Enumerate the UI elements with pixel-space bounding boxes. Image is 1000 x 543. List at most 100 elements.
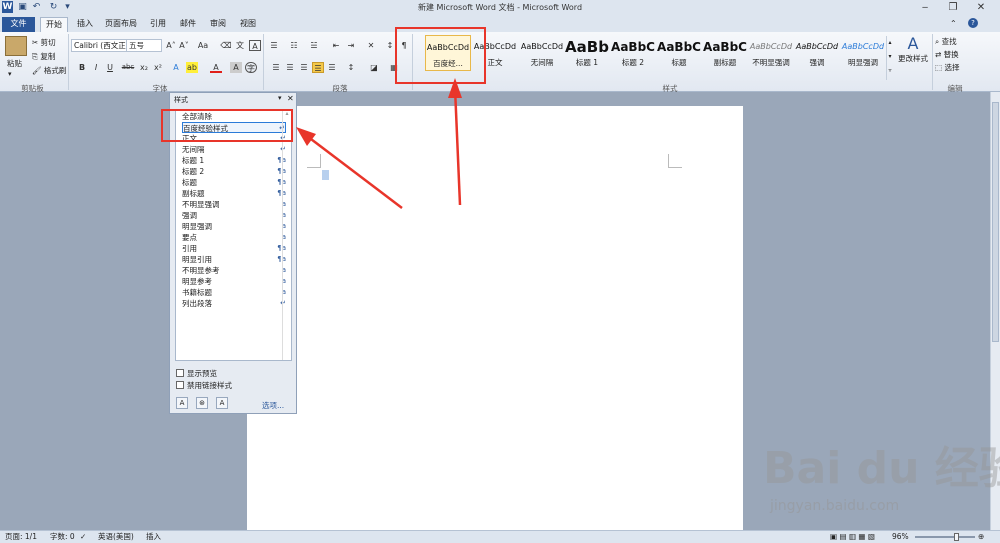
subscript-button[interactable]: x₂ [138, 62, 150, 73]
change-styles-button[interactable]: A 更改样式 [898, 34, 928, 64]
style-list-item[interactable]: 明显参考 a [182, 276, 286, 287]
tab-review[interactable]: 审阅 [207, 17, 229, 32]
char-shading-icon[interactable]: A [230, 62, 242, 73]
text-effects-icon[interactable]: A [170, 62, 182, 73]
style-gallery-item[interactable]: AaBbCcDd 明显强调 [840, 35, 886, 71]
help-icon[interactable]: ? [968, 18, 978, 28]
tab-file[interactable]: 文件 [2, 17, 35, 32]
tab-view[interactable]: 视图 [237, 17, 259, 32]
multilevel-list-icon[interactable]: ☱ [308, 40, 320, 51]
tab-home[interactable]: 开始 [40, 17, 68, 32]
pane-menu-icon[interactable]: ▾ [278, 94, 282, 102]
font-color-icon[interactable]: A [210, 62, 222, 73]
styles-list-scrollbar[interactable]: ▴ [282, 110, 291, 360]
char-border-icon[interactable]: A [249, 40, 261, 51]
zoom-in-icon[interactable]: ⊕ [978, 531, 984, 543]
numbering-icon[interactable]: ☷ [288, 40, 300, 51]
save-icon[interactable]: ▣ [17, 1, 28, 13]
italic-button[interactable]: I [90, 62, 102, 73]
phonetic-guide-icon[interactable]: 文 [234, 40, 246, 51]
close-button[interactable]: ✕ [966, 0, 996, 16]
enclose-char-icon[interactable]: 字 [245, 62, 257, 73]
tab-insert[interactable]: 插入 [74, 17, 96, 32]
copy-button[interactable]: ⎘ 复制 [32, 51, 55, 62]
disable-linked-checkbox[interactable] [176, 381, 184, 389]
style-gallery-item[interactable]: AaBbCcDd 无间隔 [519, 35, 565, 71]
tab-references[interactable]: 引用 [147, 17, 169, 32]
strikethrough-button[interactable]: abc [120, 62, 136, 73]
change-case-icon[interactable]: Aa [197, 40, 209, 51]
align-right-button[interactable]: ☰ [298, 62, 310, 73]
gallery-scroll[interactable]: ▴ ▾ ▿ [886, 36, 893, 80]
style-gallery-item[interactable]: AaBbC 副标题 [702, 35, 748, 71]
chinese-layout-icon[interactable]: ✕ [365, 40, 377, 51]
undo-icon[interactable]: ↶ [31, 1, 42, 13]
style-list-item[interactable]: 标题 ¶a [182, 177, 286, 188]
insert-mode[interactable]: 插入 [146, 531, 161, 543]
select-button[interactable]: ⬚ 选择 [935, 62, 959, 73]
replace-button[interactable]: ⇄ 替换 [935, 49, 959, 60]
distribute-button[interactable]: ☰ [326, 62, 338, 73]
style-gallery-item[interactable]: AaBbCcDd 强调 [794, 35, 840, 71]
style-list-item[interactable]: 书籍标题 a [182, 287, 286, 298]
new-style-icon[interactable]: A [176, 397, 188, 409]
bullets-icon[interactable]: ☰ [268, 40, 280, 51]
grow-font-icon[interactable]: A˄ [165, 40, 177, 51]
manage-styles-icon[interactable]: A [216, 397, 228, 409]
proofing-icon[interactable]: ✓ [80, 531, 86, 543]
increase-indent-icon[interactable]: ⇥ [345, 40, 357, 51]
customize-quick-access-icon[interactable]: ▾ [62, 1, 73, 13]
scroll-thumb[interactable] [992, 102, 999, 342]
decrease-indent-icon[interactable]: ⇤ [330, 40, 342, 51]
style-gallery-item[interactable]: AaBbC 标题 [656, 35, 702, 71]
style-list-item[interactable]: 列出段落 ↵ [182, 298, 286, 309]
view-buttons[interactable]: ▣ ▤ ▥ ▦ ▧ [830, 531, 875, 543]
zoom-slider[interactable] [915, 536, 975, 538]
font-size-select[interactable]: 五号 [126, 39, 162, 52]
redo-icon[interactable]: ↻ [48, 1, 59, 13]
style-list-item[interactable]: 明显引用 ¶a [182, 254, 286, 265]
style-gallery-item[interactable]: AaBb 标题 1 [564, 35, 610, 71]
style-list-item[interactable]: 标题 2 ¶a [182, 166, 286, 177]
clear-format-icon[interactable]: ⌫ [220, 40, 232, 51]
word-app-icon[interactable]: W [2, 1, 13, 13]
tab-page-layout[interactable]: 页面布局 [103, 17, 139, 32]
ribbon-minimize-icon[interactable]: ⌃ [950, 19, 957, 28]
paste-dropdown-icon[interactable]: ▾ [8, 70, 12, 78]
zoom-slider-thumb[interactable] [954, 533, 959, 541]
style-gallery-item[interactable]: AaBbC 标题 2 [610, 35, 656, 71]
shading-icon[interactable]: ◪ [368, 62, 380, 73]
page-count[interactable]: 页面: 1/1 [5, 531, 37, 543]
style-list-item[interactable]: 引用 ¶a [182, 243, 286, 254]
language[interactable]: 英语(美国) [98, 531, 134, 543]
justify-button[interactable]: ☰ [312, 62, 324, 73]
style-list-item[interactable]: 标题 1 ¶a [182, 155, 286, 166]
style-list-item[interactable]: 要点 a [182, 232, 286, 243]
tab-mailings[interactable]: 邮件 [177, 17, 199, 32]
shrink-font-icon[interactable]: A˅ [178, 40, 190, 51]
align-left-button[interactable]: ☰ [270, 62, 282, 73]
style-list-item[interactable]: 不明显强调 a [182, 199, 286, 210]
style-list-item[interactable]: 无间隔 ↵ [182, 144, 286, 155]
bold-button[interactable]: B [76, 62, 88, 73]
highlight-color-icon[interactable]: ab [186, 62, 198, 73]
style-list-item[interactable]: 副标题 ¶a [182, 188, 286, 199]
cut-button[interactable]: ✂ 剪切 [32, 37, 56, 48]
style-list-item[interactable]: 明显强调 a [182, 221, 286, 232]
find-button[interactable]: ⌕ 查找 [935, 36, 957, 47]
document-page[interactable] [247, 106, 743, 530]
style-list-item[interactable]: 强调 a [182, 210, 286, 221]
superscript-button[interactable]: x² [152, 62, 164, 73]
paste-button[interactable]: 粘贴 [7, 58, 22, 69]
options-link[interactable]: 选项... [262, 400, 284, 411]
center-button[interactable]: ☰ [284, 62, 296, 73]
show-preview-checkbox[interactable] [176, 369, 184, 377]
format-painter-button[interactable]: 🖌 格式刷 [32, 65, 66, 76]
word-count[interactable]: 字数: 0 [50, 531, 75, 543]
pane-close-icon[interactable]: ✕ [287, 94, 294, 103]
minimize-button[interactable]: ‒ [910, 0, 940, 16]
zoom-level[interactable]: 96% [892, 531, 909, 543]
style-inspector-icon[interactable]: ⊛ [196, 397, 208, 409]
style-list-item[interactable]: 不明显参考 a [182, 265, 286, 276]
underline-button[interactable]: U [104, 62, 116, 73]
